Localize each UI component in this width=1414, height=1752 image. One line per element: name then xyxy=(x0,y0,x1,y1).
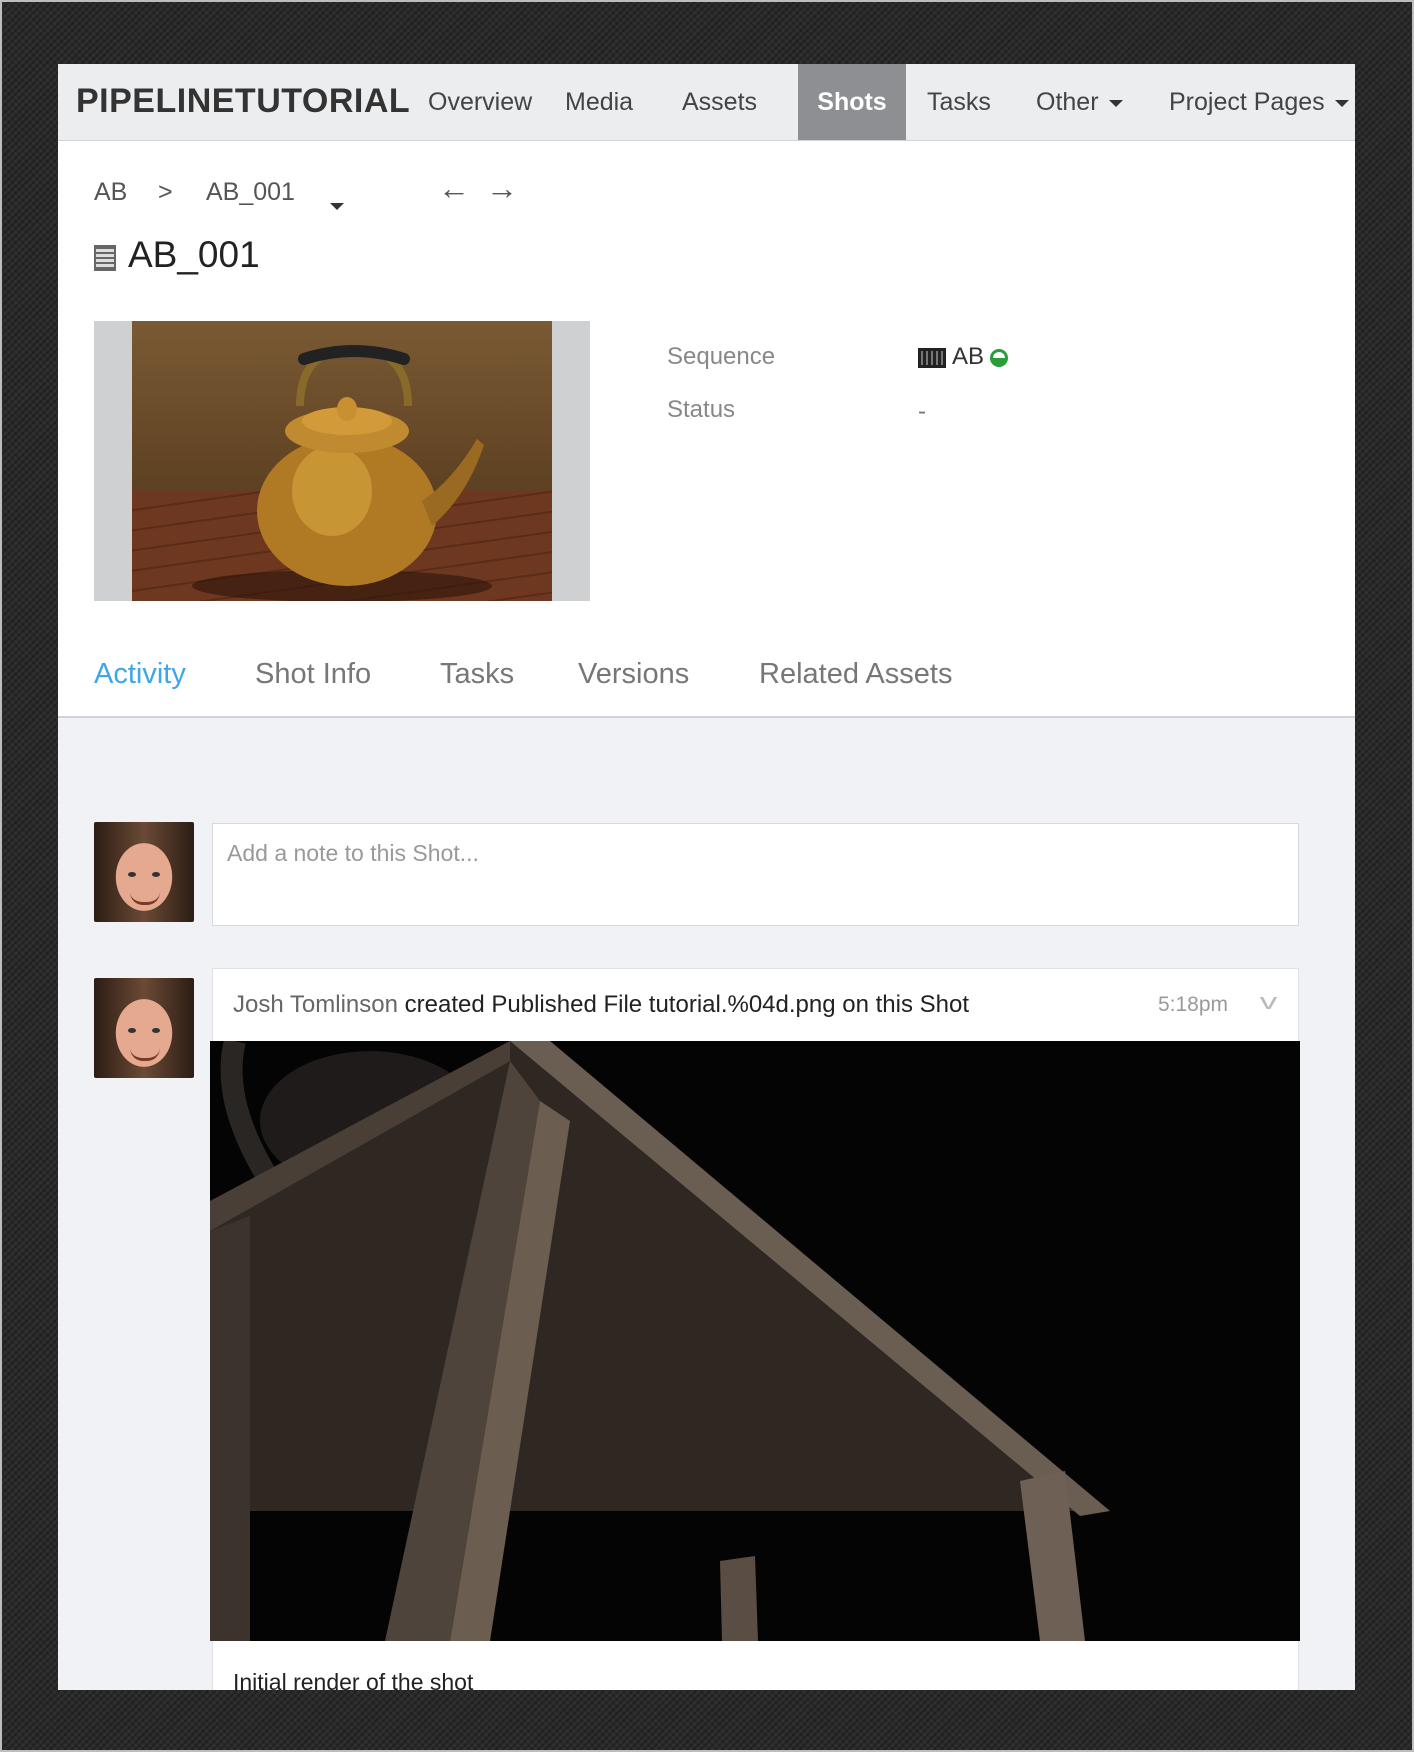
activity-headline: Josh Tomlinson created Published File tu… xyxy=(233,991,969,1019)
status-value[interactable]: - xyxy=(918,398,926,426)
status-indicator-icon xyxy=(990,348,1009,367)
tab-tasks[interactable]: Tasks xyxy=(440,658,514,691)
render-illustration xyxy=(210,1041,1300,1641)
nav-media[interactable]: Media xyxy=(544,64,654,140)
published-file-preview[interactable] xyxy=(210,1041,1300,1641)
thumbnail-image xyxy=(132,321,552,601)
activity-action: created Published File tutorial.%04d.png… xyxy=(404,991,970,1018)
sequence-value[interactable]: AB xyxy=(918,343,1009,371)
film-icon xyxy=(94,245,116,271)
nav-other[interactable]: Other xyxy=(1015,64,1144,140)
activity-stream: Josh Tomlinson created Published File tu… xyxy=(58,718,1355,1690)
brand-logo[interactable]: PIPELINETUTORIAL xyxy=(76,82,410,121)
avatar[interactable] xyxy=(94,978,194,1078)
breadcrumb-parent[interactable]: AB xyxy=(94,178,127,207)
breadcrumb-separator: > xyxy=(158,178,173,206)
tab-related-assets[interactable]: Related Assets xyxy=(759,658,952,691)
activity-card: Josh Tomlinson created Published File tu… xyxy=(210,968,1300,1690)
avatar-eye xyxy=(128,872,136,877)
film-icon xyxy=(918,347,946,368)
nav-assets[interactable]: Assets xyxy=(661,64,778,140)
avatar-eye xyxy=(152,872,160,877)
activity-caption: Initial render of the shot xyxy=(233,1669,474,1690)
activity-timestamp: 5:18pm xyxy=(1157,993,1228,1016)
nav-tasks[interactable]: Tasks xyxy=(906,64,1012,140)
status-label: Status xyxy=(667,396,736,423)
chevron-down-icon xyxy=(330,202,344,210)
next-shot-arrow-icon[interactable]: → xyxy=(486,170,518,207)
nav-other-label: Other xyxy=(1036,88,1099,116)
page-title: AB_001 xyxy=(128,234,260,275)
avatar-eye xyxy=(128,1028,136,1033)
chevron-down-icon[interactable]: v xyxy=(1260,989,1278,1015)
teapot-illustration xyxy=(192,344,492,601)
nav-shots[interactable]: Shots xyxy=(798,64,906,140)
nav-project-pages-label: Project Pages xyxy=(1169,88,1325,116)
chevron-down-icon xyxy=(1108,99,1123,107)
avatar-mouth xyxy=(130,1048,160,1061)
tab-versions[interactable]: Versions xyxy=(578,658,689,691)
tab-activity[interactable]: Activity xyxy=(94,658,186,691)
note-input[interactable] xyxy=(212,823,1299,926)
avatar-eye xyxy=(152,1028,160,1033)
top-nav: PIPELINETUTORIAL Overview Media Assets S… xyxy=(58,64,1355,141)
breadcrumb-dropdown[interactable] xyxy=(330,191,344,220)
breadcrumb-current[interactable]: AB_001 xyxy=(206,178,295,207)
sequence-link[interactable]: AB xyxy=(952,343,984,370)
chevron-down-icon xyxy=(1334,99,1349,107)
sequence-label: Sequence xyxy=(667,343,776,370)
avatar-mouth xyxy=(130,892,160,905)
shot-page: PIPELINETUTORIAL Overview Media Assets S… xyxy=(58,64,1355,1690)
shot-thumbnail[interactable] xyxy=(94,321,590,601)
tab-shot-info[interactable]: Shot Info xyxy=(255,658,371,691)
prev-shot-arrow-icon[interactable]: ← xyxy=(438,170,470,207)
avatar[interactable] xyxy=(94,822,194,922)
nav-overview[interactable]: Overview xyxy=(407,64,553,140)
nav-project-pages[interactable]: Project Pages xyxy=(1148,64,1355,140)
activity-author[interactable]: Josh Tomlinson xyxy=(233,991,398,1018)
detail-tabs: Activity Shot Info Tasks Versions Relate… xyxy=(58,644,1355,718)
